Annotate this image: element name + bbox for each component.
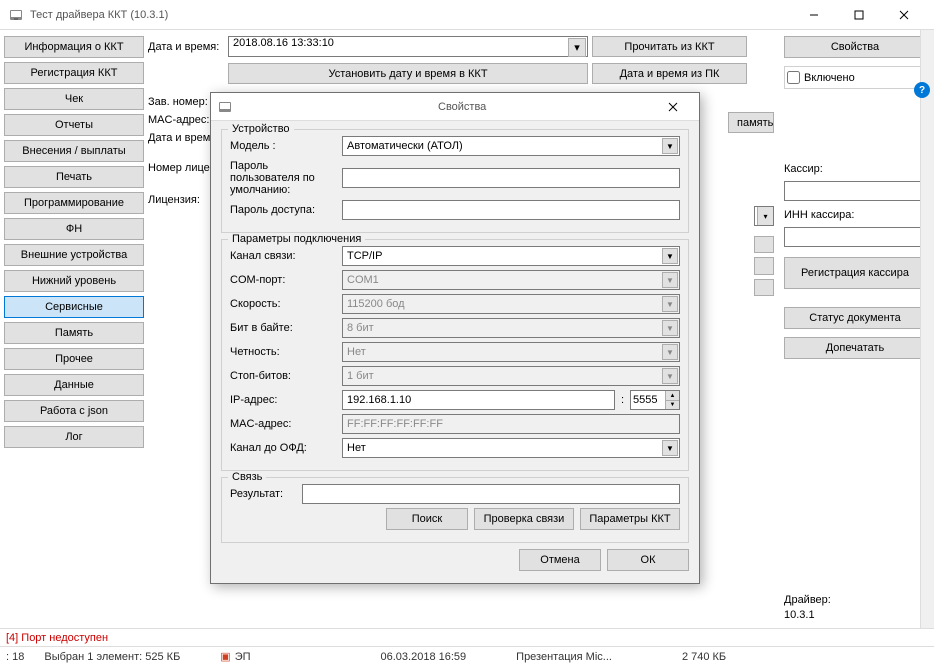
model-label: Модель :: [230, 140, 338, 152]
set-datetime-button[interactable]: Установить дату и время в ККТ: [228, 63, 588, 84]
model-select[interactable]: Автоматически (АТОЛ)▼: [342, 136, 680, 156]
result-label: Результат:: [230, 488, 298, 500]
access-pass-label: Пароль доступа:: [230, 204, 338, 216]
spin-down-icon[interactable]: ▼: [665, 401, 679, 410]
check-connection-button[interactable]: Проверка связи: [474, 508, 574, 530]
chevron-down-icon: ▼: [662, 272, 678, 288]
sidebar-item-reports[interactable]: Отчеты: [4, 114, 144, 136]
dlg-mac-input: [342, 414, 680, 434]
cancel-button[interactable]: Отмена: [519, 549, 601, 571]
sidebar-item-print[interactable]: Печать: [4, 166, 144, 188]
stopbits-label: Стоп-битов:: [230, 370, 338, 382]
sidebar-item-fn[interactable]: ФН: [4, 218, 144, 240]
title-bar: Тест драйвера ККТ (10.3.1): [0, 0, 934, 30]
user-pass-input[interactable]: [342, 168, 680, 188]
presentation-icon: ▣: [220, 651, 230, 663]
bits-label: Бит в байте:: [230, 322, 338, 334]
chevron-down-icon[interactable]: ▼: [662, 440, 678, 456]
parity-label: Четность:: [230, 346, 338, 358]
channel-select[interactable]: TCP/IP▼: [342, 246, 680, 266]
chevron-down-icon: ▼: [662, 320, 678, 336]
sidebar-item-lowlevel[interactable]: Нижний уровень: [4, 270, 144, 292]
datetime-from-pc-button[interactable]: Дата и время из ПК: [592, 63, 747, 84]
sidebar-item-programming[interactable]: Программирование: [4, 192, 144, 214]
cashier-input[interactable]: [784, 181, 926, 201]
sidebar-item-service[interactable]: Сервисные: [4, 296, 144, 318]
chevron-down-icon: ▼: [662, 296, 678, 312]
ip-label: IP-адрес:: [230, 394, 338, 406]
search-button[interactable]: Поиск: [386, 508, 468, 530]
read-from-kkt-button[interactable]: Прочитать из ККТ: [592, 36, 747, 57]
ok-button[interactable]: ОК: [607, 549, 689, 571]
ofd-select[interactable]: Нет▼: [342, 438, 680, 458]
ip-input[interactable]: [342, 390, 615, 410]
ofd-label: Канал до ОФД:: [230, 442, 338, 454]
speed-label: Скорость:: [230, 298, 338, 310]
channel-label: Канал связи:: [230, 250, 338, 262]
datetime-label: Дата и время:: [148, 41, 224, 53]
link-fieldset: Связь Результат: Поиск Проверка связи Па…: [221, 477, 689, 543]
doc-status-button[interactable]: Статус документа: [784, 307, 926, 329]
sidebar-item-external[interactable]: Внешние устройства: [4, 244, 144, 266]
window-title: Тест драйвера ККТ (10.3.1): [30, 9, 791, 21]
help-icon[interactable]: ?: [914, 82, 930, 98]
chevron-down-icon[interactable]: ▼: [662, 248, 678, 264]
cashier-label: Кассир:: [784, 163, 926, 175]
status-bar: [4] Порт недоступен: [0, 628, 934, 646]
chevron-down-icon[interactable]: ▼: [662, 138, 678, 154]
chevron-down-icon: ▼: [662, 368, 678, 384]
sidebar: Информация о ККТ Регистрация ККТ Чек Отч…: [0, 30, 148, 628]
maximize-button[interactable]: [836, 0, 881, 29]
dlg-mac-label: MAC-адрес:: [230, 418, 338, 430]
device-fieldset: Устройство Модель : Автоматически (АТОЛ)…: [221, 129, 689, 233]
result-input[interactable]: [302, 484, 680, 504]
sidebar-item-check[interactable]: Чек: [4, 88, 144, 110]
minimize-button[interactable]: [791, 0, 836, 29]
cashier-inn-input[interactable]: [784, 227, 926, 247]
datetime-select[interactable]: 2018.08.16 13:33:10 ▾: [228, 36, 588, 57]
chevron-down-icon: ▼: [662, 344, 678, 360]
spin-up-icon[interactable]: ▲: [665, 391, 679, 401]
port-input[interactable]: [631, 391, 665, 409]
reprint-button[interactable]: Допечатать: [784, 337, 926, 359]
app-icon: [8, 7, 24, 23]
enabled-checkbox-row[interactable]: Включено: [784, 66, 926, 89]
sidebar-item-registration[interactable]: Регистрация ККТ: [4, 62, 144, 84]
properties-dialog: Свойства Устройство Модель : Автоматичес…: [210, 92, 700, 584]
sidebar-item-log[interactable]: Лог: [4, 426, 144, 448]
dialog-title-bar[interactable]: Свойства: [211, 93, 699, 121]
close-button[interactable]: [881, 0, 926, 29]
sidebar-item-deposits[interactable]: Внесения / выплаты: [4, 140, 144, 162]
port-spinner[interactable]: ▲▼: [630, 390, 680, 410]
com-select: COM1▼: [342, 270, 680, 290]
right-panel: Свойства Включено Кассир: ИНН кассира: Р…: [776, 30, 934, 628]
stopbits-select: 1 бит▼: [342, 366, 680, 386]
dialog-icon: [217, 99, 432, 115]
dialog-close-button[interactable]: [653, 93, 693, 120]
explorer-strip: : 18 Выбран 1 элемент: 525 КБ ▣ЭП 06.03.…: [0, 646, 934, 666]
sidebar-item-memory[interactable]: Память: [4, 322, 144, 344]
driver-version: Драйвер: 10.3.1: [784, 593, 926, 622]
chevron-down-icon[interactable]: ▾: [568, 38, 586, 57]
scrollbar[interactable]: [920, 30, 934, 628]
register-cashier-button[interactable]: Регистрация кассира: [784, 257, 926, 289]
sidebar-item-json[interactable]: Работа с json: [4, 400, 144, 422]
bits-select: 8 бит▼: [342, 318, 680, 338]
access-pass-input[interactable]: [342, 200, 680, 220]
properties-button[interactable]: Свойства: [784, 36, 926, 58]
cashier-inn-label: ИНН кассира:: [784, 209, 926, 221]
enabled-checkbox[interactable]: [787, 71, 800, 84]
sidebar-item-info[interactable]: Информация о ККТ: [4, 36, 144, 58]
sidebar-item-data[interactable]: Данные: [4, 374, 144, 396]
memory-button[interactable]: память: [728, 112, 774, 133]
status-text: [4] Порт недоступен: [6, 632, 108, 644]
kkt-params-button[interactable]: Параметры ККТ: [580, 508, 680, 530]
sidebar-item-other[interactable]: Прочее: [4, 348, 144, 370]
user-pass-label: Пароль пользователя по умолчанию:: [230, 160, 338, 196]
dialog-title: Свойства: [438, 101, 653, 113]
com-label: COM-порт:: [230, 274, 338, 286]
parity-select: Нет▼: [342, 342, 680, 362]
speed-select: 115200 бод▼: [342, 294, 680, 314]
connection-fieldset: Параметры подключения Канал связи: TCP/I…: [221, 239, 689, 471]
